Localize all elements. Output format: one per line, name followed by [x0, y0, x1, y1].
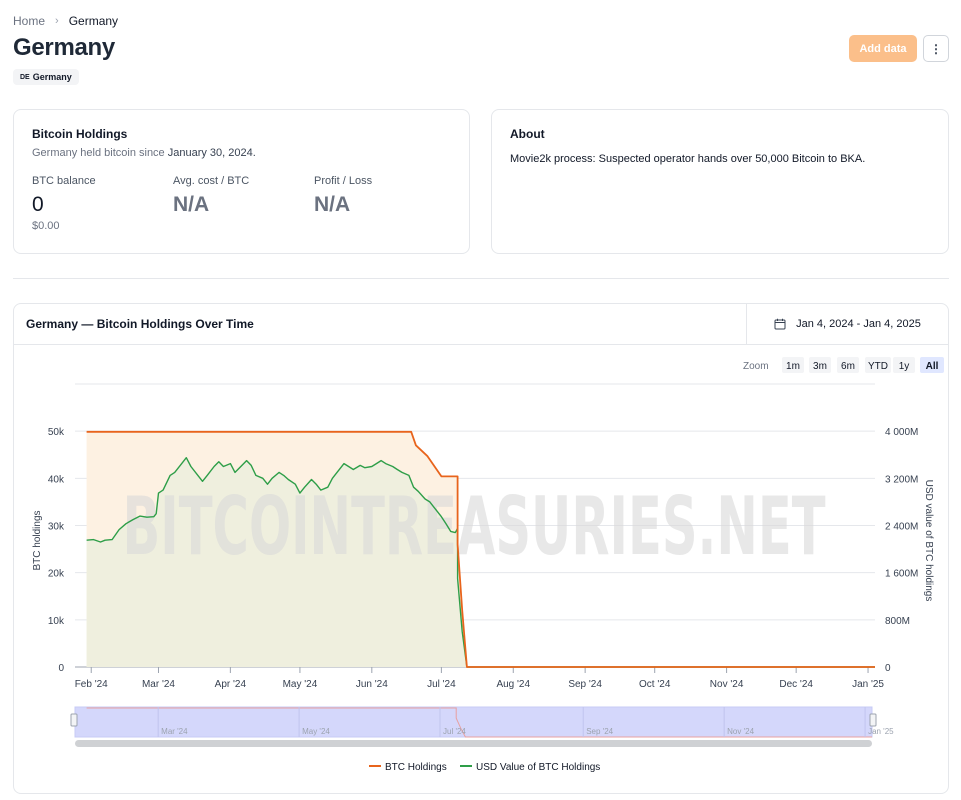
- y-right-axis-label: USD value of BTC holdings: [923, 480, 934, 602]
- x-tick-label: Jan '25: [852, 679, 884, 690]
- x-tick-label: Apr '24: [215, 679, 247, 690]
- x-tick-label: Dec '24: [779, 679, 813, 690]
- zoom-option-label: All: [926, 361, 939, 372]
- y-left-tick-label: 30k: [48, 522, 65, 533]
- country-badge: DE Germany: [13, 69, 79, 85]
- y-right-tick-label: 800M: [885, 616, 910, 627]
- stat-avg-cost: Avg. cost / BTC N/A: [173, 175, 249, 217]
- navigator-tick-label: Jan '25: [868, 727, 894, 736]
- stat-profit-loss: Profit / Loss N/A: [314, 175, 372, 217]
- x-tick-label: Sep '24: [568, 679, 602, 690]
- breadcrumb-current: Germany: [68, 14, 119, 28]
- breadcrumb-home-link[interactable]: Home: [13, 14, 45, 28]
- btc-balance-value: 0: [32, 193, 44, 216]
- legend-label-usd[interactable]: USD Value of BTC Holdings: [476, 762, 600, 773]
- navigator-tick-label: Mar '24: [161, 727, 188, 736]
- btc-balance-usd: $0.00: [32, 220, 60, 232]
- navigator-tick-label: Sep '24: [586, 727, 613, 736]
- bitcoin-holdings-card: Bitcoin Holdings Germany held bitcoin si…: [13, 109, 470, 254]
- x-tick-label: Aug '24: [496, 679, 530, 690]
- zoom-label: Zoom: [743, 361, 769, 372]
- profit-loss-value: N/A: [314, 193, 351, 216]
- zoom-option-label: YTD: [868, 361, 888, 372]
- avg-cost-value: N/A: [173, 193, 210, 216]
- add-data-button[interactable]: Add data: [849, 35, 917, 62]
- x-tick-label: Feb '24: [75, 679, 108, 690]
- zoom-option-label: 1m: [786, 361, 800, 372]
- x-tick-label: Jun '24: [356, 679, 388, 690]
- country-badge-label: Germany: [32, 72, 72, 82]
- zoom-option-label: 3m: [813, 361, 827, 372]
- avg-cost-label: Avg. cost / BTC: [173, 175, 250, 187]
- stat-btc-balance: BTC balance 0 $0.00: [32, 175, 96, 232]
- navigator-scrollbar[interactable]: [75, 740, 872, 747]
- navigator-tick-label: Jul '24: [443, 727, 466, 736]
- about-text: Movie2k process: Suspected operator hand…: [510, 153, 866, 165]
- holdings-start-date: January 30, 2024.: [167, 147, 256, 159]
- y-right-tick-label: 2 400M: [885, 522, 918, 533]
- x-tick-label: Nov '24: [710, 679, 744, 690]
- watermark: BITCOINTREASURIES.NET: [122, 479, 826, 573]
- x-tick-label: May '24: [283, 679, 318, 690]
- btc-balance-label: BTC balance: [32, 175, 96, 187]
- holdings-card-subtitle: Germany held bitcoin since January 30, 2…: [32, 147, 256, 159]
- navigator-tick-label: Nov '24: [727, 727, 754, 736]
- x-tick-label: Oct '24: [639, 679, 671, 690]
- more-options-icon[interactable]: ⋮: [923, 35, 949, 62]
- y-right-tick-label: 0: [885, 663, 891, 674]
- y-left-tick-label: 20k: [48, 569, 65, 580]
- profit-loss-label: Profit / Loss: [314, 175, 373, 187]
- navigator-right-handle[interactable]: [869, 713, 877, 727]
- x-tick-label: Mar '24: [142, 679, 175, 690]
- holdings-chart-card: Germany — Bitcoin Holdings Over Time Jan…: [13, 303, 949, 794]
- flag-icon: DE: [20, 73, 30, 81]
- about-card: About Movie2k process: Suspected operato…: [491, 109, 949, 254]
- y-left-tick-label: 0: [58, 663, 64, 674]
- zoom-option-label: 1y: [899, 361, 910, 372]
- y-left-axis-label: BTC holdings: [32, 510, 43, 570]
- page-title: Germany: [13, 34, 115, 61]
- navigator-left-handle[interactable]: [70, 713, 78, 727]
- x-tick-label: Jul '24: [427, 679, 456, 690]
- y-left-tick-label: 40k: [48, 474, 65, 485]
- section-divider: [13, 278, 949, 279]
- holdings-card-title: Bitcoin Holdings: [32, 127, 128, 141]
- y-left-tick-label: 50k: [48, 427, 65, 438]
- y-right-tick-label: 3 200M: [885, 474, 918, 485]
- about-card-title: About: [510, 127, 545, 141]
- y-right-tick-label: 4 000M: [885, 427, 918, 438]
- navigator-tick-label: May '24: [302, 727, 330, 736]
- y-left-tick-label: 10k: [48, 616, 65, 627]
- breadcrumb: Home › Germany: [13, 14, 118, 28]
- legend-label-btc[interactable]: BTC Holdings: [385, 762, 447, 773]
- y-right-tick-label: 1 600M: [885, 569, 918, 580]
- zoom-option-label: 6m: [841, 361, 855, 372]
- holdings-chart: 0 10k 20k 30k 40k 50k 0 800M 1 600M 2 400M 3 200M 4…: [32, 357, 944, 773]
- chevron-right-icon: ›: [55, 15, 59, 27]
